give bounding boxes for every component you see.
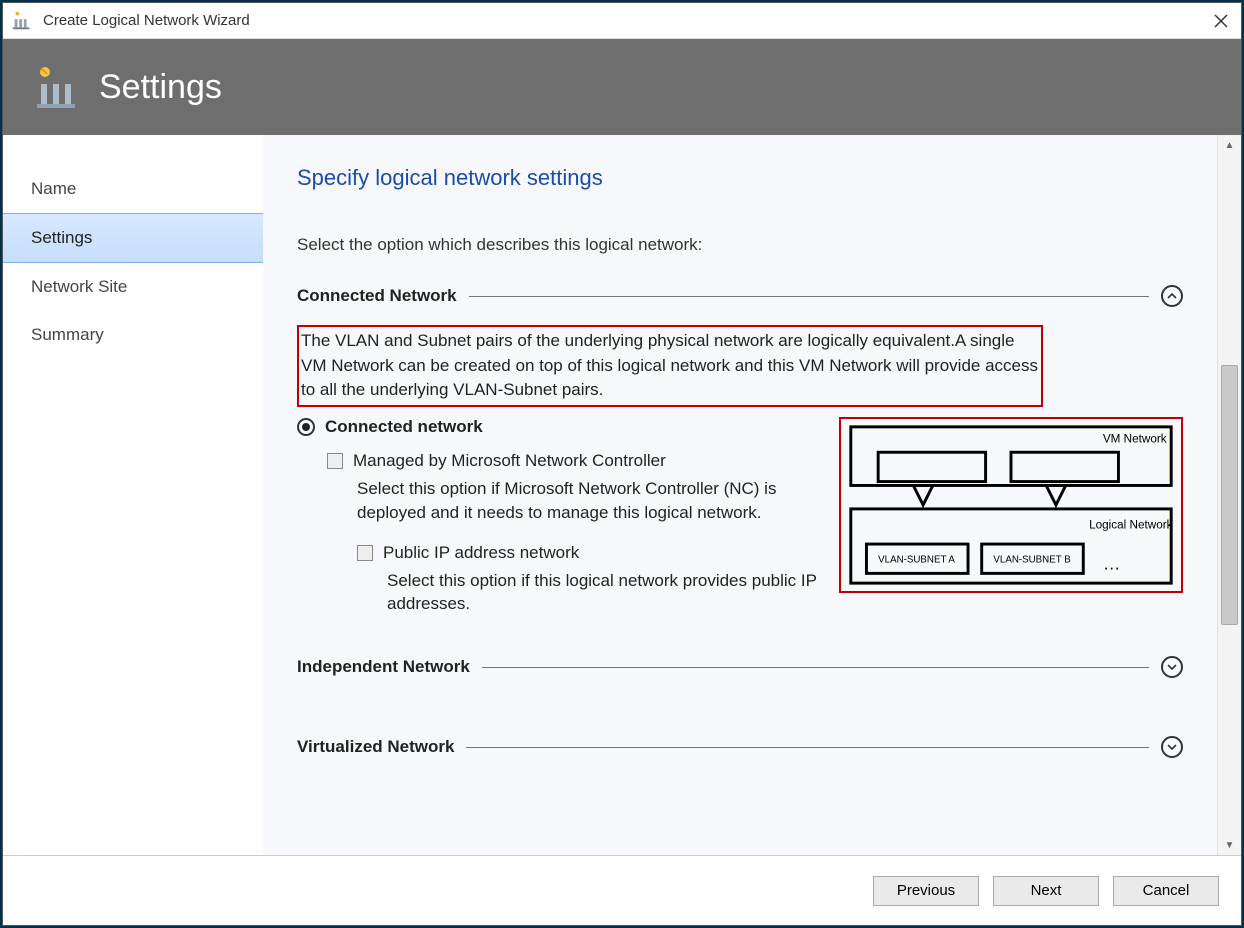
content-with-scroll: Specify logical network settings Select …: [263, 135, 1241, 855]
next-button[interactable]: Next: [993, 876, 1099, 906]
checkbox-label: Managed by Microsoft Network Controller: [353, 451, 666, 471]
wizard-sidebar: Name Settings Network Site Summary: [3, 135, 263, 855]
sidebar-item-settings[interactable]: Settings: [3, 213, 263, 263]
previous-button[interactable]: Previous: [873, 876, 979, 906]
scroll-up-arrow[interactable]: ▲: [1218, 135, 1241, 155]
chevron-down-icon: [1167, 664, 1177, 670]
radio-icon: [297, 418, 315, 436]
close-button[interactable]: [1211, 11, 1231, 31]
wizard-body: Name Settings Network Site Summary Speci…: [3, 135, 1241, 855]
sidebar-item-name[interactable]: Name: [3, 165, 263, 213]
diagram-ellipsis: …: [1103, 553, 1121, 573]
content-intro: Select the option which describes this l…: [297, 235, 1183, 255]
diagram-vlan-b-label: VLAN-SUBNET B: [993, 555, 1070, 566]
checkbox-label: Public IP address network: [383, 543, 579, 563]
page-header-title: Settings: [99, 68, 222, 107]
scroll-thumb[interactable]: [1221, 365, 1238, 625]
checkbox-icon: [327, 453, 343, 469]
radio-connected-network[interactable]: Connected network: [297, 417, 825, 437]
diagram-vm-network-label: VM Network: [1103, 432, 1167, 445]
checkbox-managed-by-nc[interactable]: Managed by Microsoft Network Controller: [327, 451, 825, 471]
expand-independent-button[interactable]: [1161, 656, 1183, 678]
section-header-connected: Connected Network: [297, 285, 1183, 307]
section-title-independent: Independent Network: [297, 657, 470, 677]
radio-label: Connected network: [325, 417, 483, 437]
scroll-down-arrow[interactable]: ▼: [1218, 835, 1241, 855]
expand-virtualized-button[interactable]: [1161, 736, 1183, 758]
managed-by-nc-desc: Select this option if Microsoft Network …: [357, 477, 825, 525]
vertical-scrollbar[interactable]: ▲ ▼: [1217, 135, 1241, 855]
page-header: Settings: [3, 39, 1241, 135]
public-ip-desc: Select this option if this logical netwo…: [387, 569, 825, 617]
connected-description: The VLAN and Subnet pairs of the underly…: [297, 325, 1043, 407]
diagram-logical-network-label: Logical Network: [1089, 518, 1173, 531]
connected-option-row: Connected network Managed by Microsoft N…: [297, 417, 1183, 616]
app-icon: [11, 10, 33, 32]
wizard-content: Specify logical network settings Select …: [263, 135, 1217, 855]
window-title: Create Logical Network Wizard: [43, 12, 250, 29]
header-icon: [31, 62, 81, 112]
wizard-footer: Previous Next Cancel: [3, 855, 1241, 925]
connected-network-diagram: VM Network Logical Network VLAN-SUBNET A…: [839, 417, 1183, 593]
sidebar-item-summary[interactable]: Summary: [3, 311, 263, 359]
content-title: Specify logical network settings: [297, 165, 1183, 191]
chevron-down-icon: [1167, 744, 1177, 750]
cancel-button[interactable]: Cancel: [1113, 876, 1219, 906]
chevron-up-icon: [1167, 293, 1177, 299]
checkbox-public-ip[interactable]: Public IP address network: [357, 543, 825, 563]
wizard-window: Create Logical Network Wizard Settings N…: [2, 2, 1242, 926]
close-icon: [1214, 14, 1228, 28]
diagram-vlan-a-label: VLAN-SUBNET A: [878, 555, 955, 566]
section-header-virtualized: Virtualized Network: [297, 736, 1183, 758]
section-title-connected: Connected Network: [297, 286, 457, 306]
section-header-independent: Independent Network: [297, 656, 1183, 678]
section-title-virtualized: Virtualized Network: [297, 737, 454, 757]
titlebar: Create Logical Network Wizard: [3, 3, 1241, 39]
collapse-connected-button[interactable]: [1161, 285, 1183, 307]
sidebar-item-network-site[interactable]: Network Site: [3, 263, 263, 311]
checkbox-icon: [357, 545, 373, 561]
